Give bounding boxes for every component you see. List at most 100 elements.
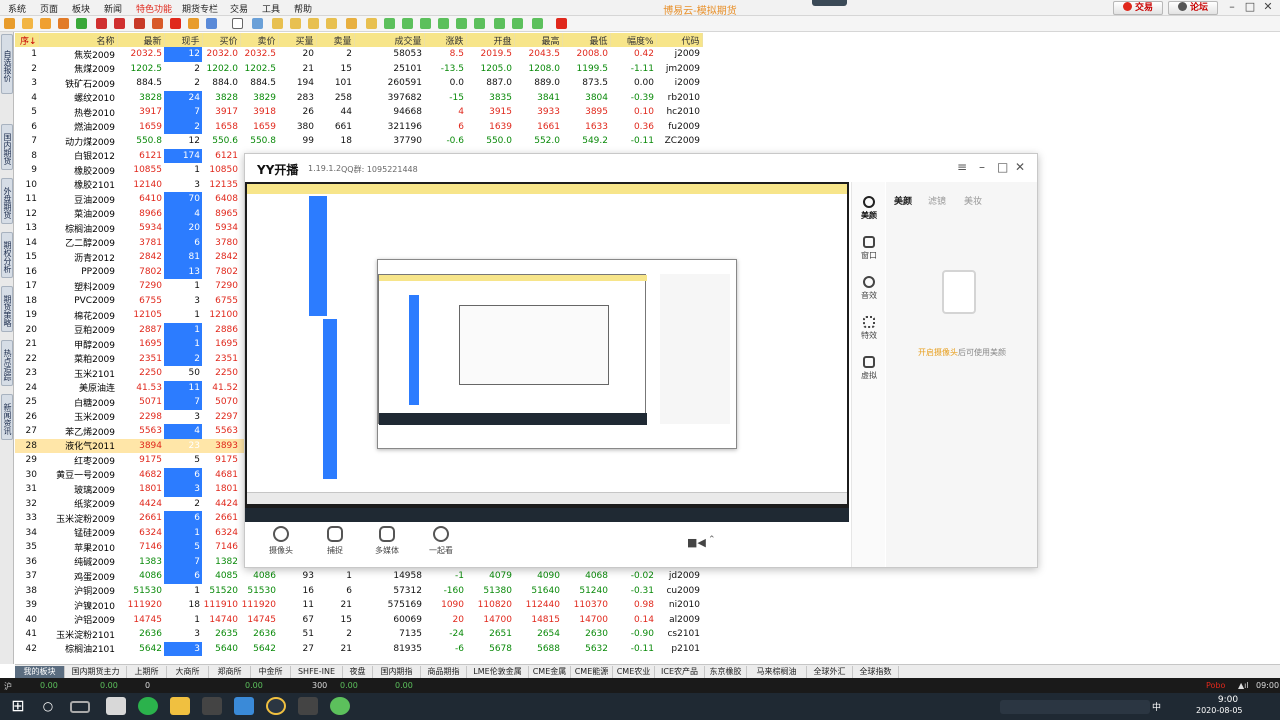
watch-together-button[interactable]: 一起看 [421,526,461,556]
panel-tab-filter[interactable]: 滤镜 [928,194,946,207]
table-row[interactable]: 1 焦炭2009 2032.5 12 2032.0 2032.5 20 2 58053 8.5 20… [15,47,702,62]
side-virtual[interactable]: 虚拟 [852,356,886,381]
bookmark-icon[interactable] [134,18,145,29]
menu-tools[interactable]: 工具 [262,2,280,15]
zoom-in-icon[interactable] [96,18,107,29]
left-tab-hot[interactable]: 热点追踪 [1,340,13,386]
table-row[interactable]: 38 沪铜2009 51530 1 51520 51530 16 6 57312 -160 5138… [15,584,702,599]
wechat-icon[interactable] [138,697,158,715]
market-tab[interactable]: 商品期指 [421,666,467,678]
menu-page[interactable]: 页面 [40,2,58,15]
menu-help[interactable]: 帮助 [294,2,312,15]
period-5-icon[interactable] [346,18,357,29]
table-row[interactable]: 40 沪铝2009 14745 1 14740 14745 67 15 60069 20 14700… [15,613,702,628]
column-header[interactable]: 序↓ [15,33,40,47]
task-app-5-icon[interactable] [234,697,254,715]
menu-system[interactable]: 系统 [8,2,26,15]
maximize-icon[interactable]: □ [1242,0,1258,15]
alert-icon[interactable] [556,18,567,29]
period-11-icon[interactable] [456,18,467,29]
period-15-icon[interactable] [532,18,543,29]
home-icon[interactable] [22,18,33,29]
market-tab[interactable]: CME金属 [529,666,571,678]
ime-indicator[interactable]: 中 [1152,700,1161,713]
side-window[interactable]: 窗口 [852,236,886,261]
table-row[interactable]: 5 热卷2010 3917 7 3917 3918 26 44 94668 4 3915 3933 38… [15,105,702,120]
market-tab[interactable]: 上期所 [127,666,167,678]
yy-maximize-icon[interactable]: □ [997,160,1008,174]
market-tab[interactable]: 全球指数 [853,666,899,678]
trade-button[interactable]: 交易 [1113,1,1163,15]
minimize-icon[interactable]: – [1224,0,1240,15]
column-header[interactable]: 代码 [656,33,703,47]
back-icon[interactable] [4,18,15,29]
market-tab[interactable]: 我的板块 [15,666,65,678]
left-tab-strategy[interactable]: 期货策略 [1,286,13,332]
left-tab-foreign[interactable]: 外盘期货 [1,178,13,224]
grid-icon[interactable] [58,18,69,29]
clock-date[interactable]: 2020-08-05 [1196,706,1243,715]
flag-icon[interactable] [152,18,163,29]
column-header[interactable]: 最低 [562,33,611,47]
market-tab[interactable]: 国内期指 [373,666,421,678]
market-tab[interactable]: 郑商所 [209,666,251,678]
period-8-icon[interactable] [402,18,413,29]
column-header[interactable]: 幅度% [610,33,657,47]
column-header[interactable]: 买量 [278,33,317,47]
list-icon[interactable] [232,18,243,29]
market-tab[interactable]: CME农业 [613,666,655,678]
column-header[interactable]: 现手 [164,33,203,47]
close-icon[interactable]: ✕ [1260,0,1276,15]
menu-icon[interactable]: ≡ [957,160,967,174]
table-row[interactable]: 2 焦煤2009 1202.5 2 1202.0 1202.5 21 15 25101 -13.5… [15,62,702,77]
left-tab-news[interactable]: 新闻资讯 [1,394,13,440]
period-7-icon[interactable] [384,18,395,29]
open-camera-link[interactable]: 开启摄像头 [918,348,958,357]
menu-news[interactable]: 新闻 [104,2,122,15]
market-tab[interactable]: 全球外汇 [807,666,853,678]
refresh-icon[interactable] [76,18,87,29]
task-app-4-icon[interactable] [202,697,222,715]
period-4-icon[interactable] [326,18,337,29]
market-tab[interactable]: LME伦敦金属 [467,666,529,678]
column-header[interactable]: 名称 [39,33,118,47]
market-tab[interactable]: ICE农产品 [655,666,705,678]
chart-icon[interactable] [252,18,263,29]
table-row[interactable]: 37 鸡蛋2009 4086 6 4085 4086 93 1 14958 -1 4079 4090 4… [15,569,702,584]
market-tab[interactable]: 国内期货主力 [65,666,127,678]
market-tab[interactable]: CME能源 [571,666,613,678]
yy-titlebar[interactable]: YY开播 1.19.1.2 QQ群: 1095221448 ≡ – □ ✕ [245,154,1037,182]
video-camera-icon[interactable]: ■◀ [687,536,706,549]
market-tab[interactable]: 夜盘 [343,666,373,678]
period-3-icon[interactable] [308,18,319,29]
period-6-icon[interactable] [366,18,377,29]
table-row[interactable]: 7 动力煤2009 550.8 12 550.6 550.8 99 18 37790 -0.6 55… [15,134,702,149]
column-header[interactable]: 卖量 [316,33,355,47]
table-row[interactable]: 42 棕榈油2101 5642 3 5640 5642 27 21 81935 -6 5678 568… [15,641,702,656]
column-header[interactable]: 最高 [514,33,563,47]
yy-close-icon[interactable]: ✕ [1015,160,1025,174]
column-header[interactable]: 涨跌 [424,33,467,47]
column-header[interactable]: 开盘 [466,33,515,47]
left-tab-watchlist[interactable]: 自选报价 [1,34,13,94]
column-header[interactable]: 成交量 [354,33,425,47]
filter-icon[interactable] [170,18,181,29]
panel-tab-beauty[interactable]: 美颜 [894,194,912,207]
chevron-up-icon[interactable]: ⌃ [708,535,716,545]
forum-button[interactable]: 论坛 [1168,1,1218,15]
left-tab-domestic[interactable]: 国内期货 [1,124,13,170]
system-tray[interactable] [1000,700,1150,714]
menu-features[interactable]: 特色功能 [136,2,172,15]
column-header[interactable]: 卖价 [240,33,279,47]
period-10-icon[interactable] [438,18,449,29]
period-1-icon[interactable] [272,18,283,29]
side-effects[interactable]: 特效 [852,316,886,341]
table-row[interactable]: 6 燃油2009 1659 2 1658 1659 380 661 321196 6 1639 166… [15,119,702,134]
menu-sector[interactable]: 板块 [72,2,90,15]
capture-button[interactable]: 捕捉 [315,526,355,556]
multimedia-button[interactable]: 多媒体 [367,526,407,556]
settings-icon[interactable] [206,18,217,29]
clock-time[interactable]: 9:00 [1208,695,1248,705]
task-app-1-icon[interactable] [106,697,126,715]
task-app-3-icon[interactable] [170,697,190,715]
